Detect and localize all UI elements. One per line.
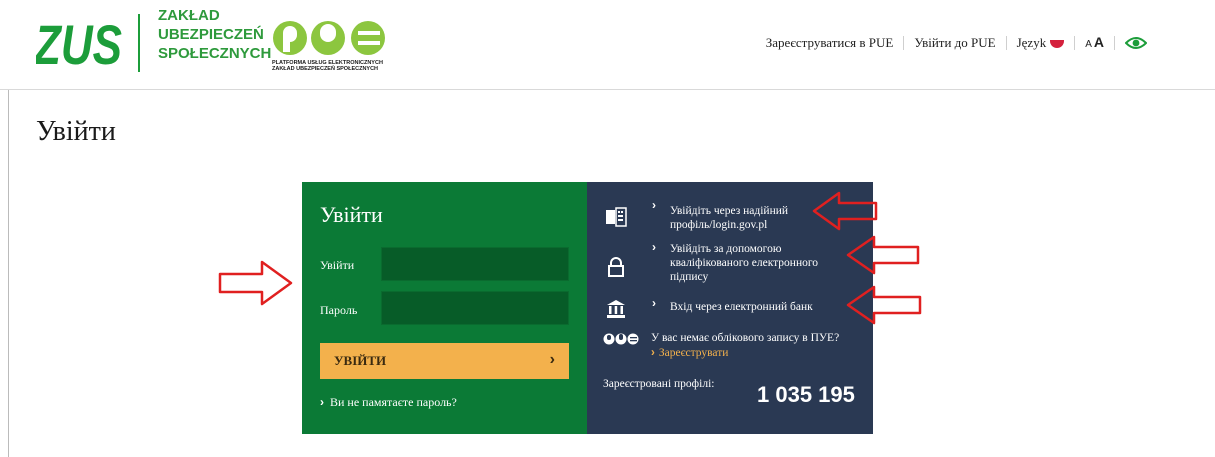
font-size-toggle[interactable]: AA xyxy=(1085,34,1104,51)
login-button-label: УВІЙТИ xyxy=(334,353,387,368)
username-label: Увійти xyxy=(320,258,355,272)
forgot-password-label: Ви не памятаєте пароль? xyxy=(330,395,457,409)
language-selector[interactable]: Język xyxy=(1017,35,1065,51)
qualified-signature-label: Увійдіть за допомогою кваліфікованого ел… xyxy=(670,243,819,283)
annotation-arrow-left-icon xyxy=(846,235,920,275)
pue-logo[interactable] xyxy=(272,18,390,58)
chevron-right-icon: › xyxy=(651,347,655,359)
nav-separator xyxy=(903,35,905,50)
svg-text:ZUS: ZUS xyxy=(36,14,122,72)
chevron-right-icon: › xyxy=(652,198,656,212)
page-border xyxy=(8,90,9,457)
lock-icon xyxy=(608,257,624,277)
chevron-right-icon: › xyxy=(549,351,555,368)
font-big-label: A xyxy=(1093,34,1104,50)
pue-subtitle: PLATFORMA USŁUG ELEKTRONICZNYCH ZAKŁAD U… xyxy=(272,60,383,72)
font-small-label: A xyxy=(1085,39,1092,50)
nav-separator xyxy=(1114,35,1115,50)
zus-logo[interactable]: ZUS xyxy=(36,14,122,72)
login-button[interactable]: УВІЙТИ › xyxy=(320,343,569,379)
page-header: ZUS ZAKŁAD UBEZPIECZEŃ SPOŁECZNYCH PLATF… xyxy=(0,0,1215,90)
login-panel: Увійти Увійти Пароль УВІЙТИ › › Ви не пам… xyxy=(302,182,587,434)
registered-profiles-label: Зареєстровані профілі: xyxy=(603,378,715,390)
annotation-arrow-right-icon xyxy=(218,260,293,306)
annotation-arrow-left-icon xyxy=(846,285,922,325)
registered-profiles-count: 1 035 195 xyxy=(757,382,855,407)
top-nav: Зареєструватися в PUE Увійти до PUE Języ… xyxy=(766,34,1147,51)
bank-icon xyxy=(607,300,625,318)
login-pue-link[interactable]: Увійти до PUE xyxy=(914,35,995,51)
register-account-label: Зареєструвати xyxy=(658,347,729,359)
username-input[interactable] xyxy=(381,247,569,281)
password-input[interactable] xyxy=(381,291,569,325)
chevron-right-icon: › xyxy=(320,395,324,409)
no-account-question: У вас немає облікового запису в ПУЕ? xyxy=(651,332,840,344)
pue-small-logo xyxy=(603,333,639,345)
chevron-right-icon: › xyxy=(652,296,656,310)
register-account-link[interactable]: › Зареєструвати xyxy=(651,347,728,359)
id-card-icon xyxy=(606,207,627,227)
login-heading: Увійти xyxy=(320,202,383,227)
bank-login-label: Вхід через електронний банк xyxy=(670,301,813,313)
forgot-password-link[interactable]: › Ви не памятаєте пароль? xyxy=(320,395,457,410)
register-link[interactable]: Зареєструватися в PUE xyxy=(766,35,894,51)
logo-divider xyxy=(138,14,140,72)
eye-icon[interactable] xyxy=(1125,36,1147,50)
nav-separator xyxy=(1005,35,1007,50)
page-title: Увійти xyxy=(36,116,116,147)
annotation-arrow-left-icon xyxy=(812,191,878,231)
nav-separator xyxy=(1074,35,1076,50)
password-label: Пароль xyxy=(320,303,358,317)
language-label: Język xyxy=(1016,34,1047,50)
polish-flag-icon xyxy=(1050,39,1065,48)
org-name: ZAKŁAD UBEZPIECZEŃ SPOŁECZNYCH xyxy=(158,7,272,62)
chevron-right-icon: › xyxy=(652,240,656,254)
